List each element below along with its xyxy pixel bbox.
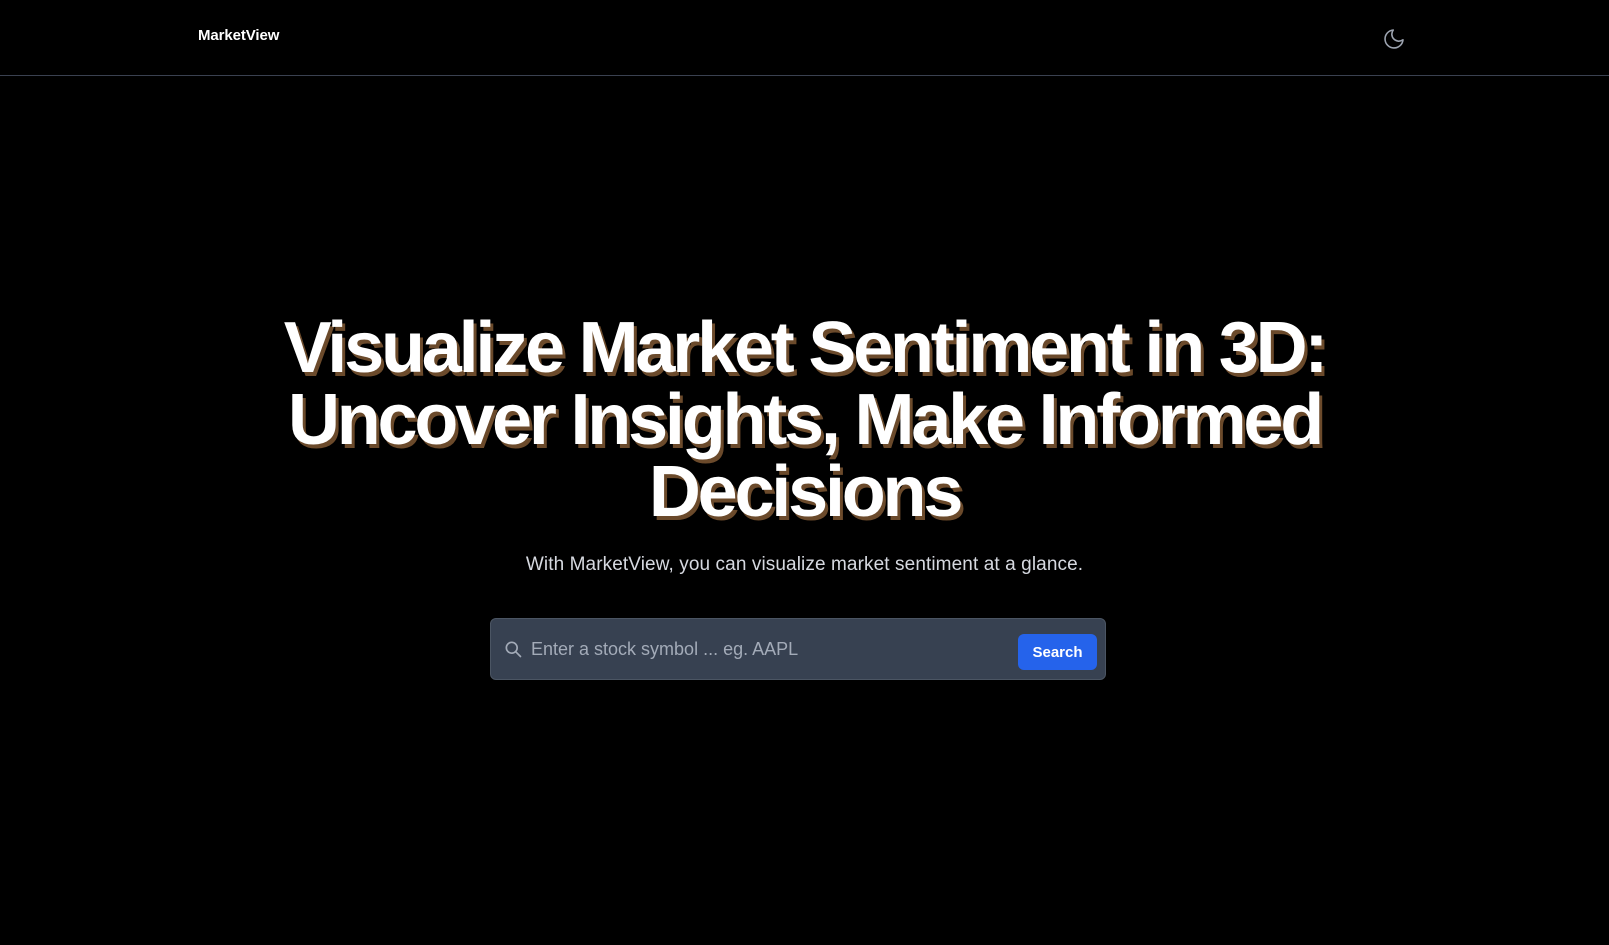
navbar: MarketView bbox=[0, 0, 1609, 76]
theme-toggle-button[interactable] bbox=[1381, 26, 1407, 52]
stock-symbol-input[interactable] bbox=[531, 629, 991, 669]
hero-section: Visualize Market Sentiment in 3D: Uncove… bbox=[0, 312, 1609, 595]
page: MarketView Visualize Market Sentiment in… bbox=[0, 0, 1609, 945]
brand-logo[interactable]: MarketView bbox=[198, 27, 279, 44]
search-bar: Search bbox=[490, 618, 1106, 680]
moon-icon bbox=[1384, 29, 1404, 49]
hero-subtitle: With MarketView, you can visualize marke… bbox=[525, 554, 1084, 575]
search-button[interactable]: Search bbox=[1018, 634, 1097, 670]
hero-title: Visualize Market Sentiment in 3D: Uncove… bbox=[283, 308, 1329, 532]
search-icon bbox=[505, 641, 522, 658]
